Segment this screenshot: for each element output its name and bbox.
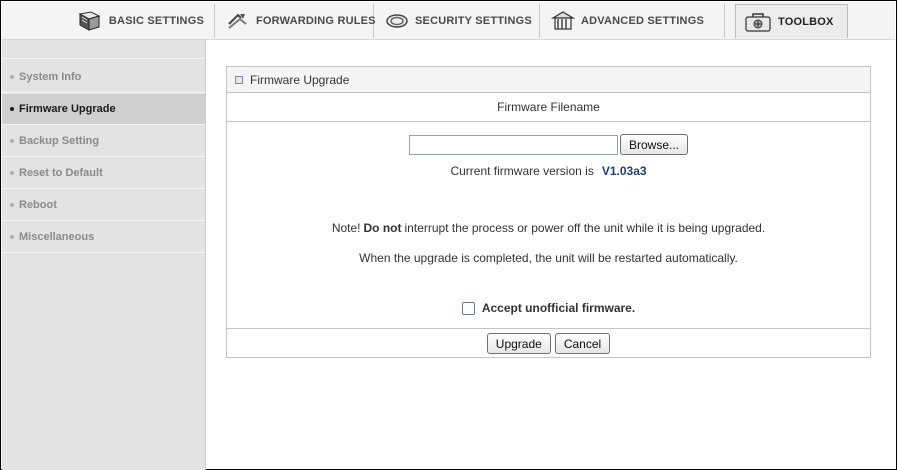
tab-security-settings[interactable]: SECURITY SETTINGS (375, 4, 540, 38)
bullet-icon (10, 203, 14, 207)
note-prefix: Note! (331, 221, 361, 235)
sidebar-item-label: Firmware Upgrade (19, 103, 116, 115)
panel-title: Firmware Upgrade (250, 72, 350, 87)
tab-forwarding-rules[interactable]: FORWARDING RULES (216, 4, 376, 38)
sidebar-item-label: Reboot (19, 199, 57, 211)
forward-arrows-icon (226, 10, 250, 32)
bullet-icon (10, 107, 14, 111)
firmware-file-input[interactable] (408, 134, 618, 155)
square-bullet-icon (235, 75, 243, 84)
bullet-icon (10, 75, 14, 79)
note-row: Note! Do not interrupt the process or po… (227, 221, 870, 235)
app-frame: BASIC SETTINGS FORWARDING RULES SECURITY… (0, 0, 897, 470)
action-row: Upgrade Cancel (227, 333, 870, 354)
bullet-icon (10, 139, 14, 143)
accept-unofficial-checkbox[interactable] (461, 301, 475, 315)
note2-text: When the upgrade is completed, the unit … (359, 251, 738, 265)
tab-advanced-settings[interactable]: ADVANCED SETTINGS (541, 4, 725, 38)
bullet-icon (10, 235, 14, 239)
sidebar-item-reset-to-default[interactable]: Reset to Default (2, 158, 205, 189)
file-row: Browse... (227, 134, 870, 155)
tab-toolbox-label: TOOLBOX (778, 15, 834, 28)
top-nav: BASIC SETTINGS FORWARDING RULES SECURITY… (2, 2, 895, 40)
firmware-version: V1.03a3 (601, 164, 647, 178)
sidebar-item-label: Miscellaneous (19, 231, 95, 243)
version-row: Current firmware version is V1.03a3 (227, 164, 870, 178)
shield-icon (385, 11, 409, 31)
tab-security-settings-label: SECURITY SETTINGS (415, 15, 532, 27)
sidebar-item-label: Reset to Default (19, 167, 103, 179)
panel-header: Firmware Upgrade (227, 67, 870, 93)
tab-advanced-settings-label: ADVANCED SETTINGS (581, 15, 704, 27)
sidebar-item-label: System Info (19, 71, 82, 83)
footer-divider (227, 328, 870, 329)
tab-basic-settings[interactable]: BASIC SETTINGS (2, 4, 215, 38)
tab-toolbox[interactable]: TOOLBOX (735, 4, 848, 38)
sidebar-item-firmware-upgrade[interactable]: Firmware Upgrade (2, 94, 205, 125)
sidebar-item-system-info[interactable]: System Info (2, 62, 205, 93)
tab-forwarding-rules-label: FORWARDING RULES (256, 15, 376, 27)
sidebar-item-label: Backup Setting (19, 135, 100, 147)
tab-basic-settings-label: BASIC SETTINGS (108, 15, 204, 27)
sidebar-item-miscellaneous[interactable]: Miscellaneous (2, 222, 205, 253)
upgrade-button[interactable]: Upgrade (486, 333, 551, 354)
checkbox-label: Accept unofficial firmware. (481, 301, 636, 315)
sidebar-top-divider (2, 58, 205, 59)
building-icon (551, 10, 575, 32)
sidebar-item-reboot[interactable]: Reboot (2, 190, 205, 221)
bullet-icon (10, 171, 14, 175)
toolbox-icon (744, 10, 772, 34)
sidebar: System Info Firmware Upgrade Backup Sett… (2, 40, 206, 470)
browse-button[interactable]: Browse... (619, 134, 688, 155)
sidebar-item-backup-setting[interactable]: Backup Setting (2, 126, 205, 157)
note-text: interrupt the process or power off the u… (404, 221, 766, 235)
cancel-button[interactable]: Cancel (554, 333, 611, 354)
document-icon (77, 9, 103, 33)
firmware-upgrade-panel: Firmware Upgrade Firmware Filename Brows… (226, 66, 871, 358)
version-prefix: Current firmware version is (450, 164, 594, 178)
checkbox-row: Accept unofficial firmware. (227, 301, 870, 315)
note-bold: Do not (363, 221, 402, 235)
section-title: Firmware Filename (227, 93, 870, 122)
note2-row: When the upgrade is completed, the unit … (227, 251, 870, 265)
